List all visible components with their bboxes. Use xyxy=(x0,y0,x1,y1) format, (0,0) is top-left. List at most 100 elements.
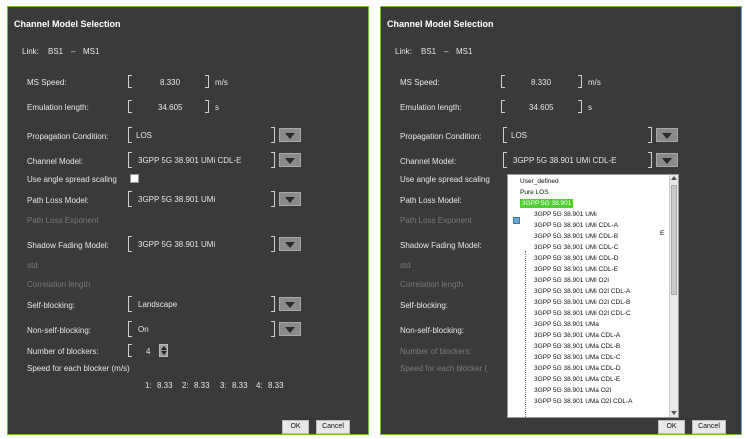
tree-item-user-defined[interactable]: User_defined xyxy=(520,177,559,186)
propagation-condition-label: Propagation Condition: xyxy=(27,132,109,141)
non-self-blocking-label: Non-self-blocking: xyxy=(27,326,92,335)
emulation-length-unit: s xyxy=(588,103,592,112)
angle-spread-label: Use angle spread scaling xyxy=(400,175,490,184)
channel-model-value: 3GPP 5G 38.901 UMi CDL-E xyxy=(138,156,242,165)
tree-side-letter: E xyxy=(660,230,665,237)
channel-model-dialog-right: Channel Model Selection Link: BS1 – MS1 … xyxy=(380,6,742,435)
ok-button[interactable]: OK xyxy=(658,420,685,434)
scroll-up-icon[interactable] xyxy=(671,176,677,180)
non-self-blocking-dropdown-button[interactable] xyxy=(279,322,301,336)
emulation-length-unit: s xyxy=(215,103,219,112)
angle-spread-checkbox[interactable] xyxy=(130,174,139,183)
blocker-speed-index-2: 2: xyxy=(182,381,189,390)
link-to: MS1 xyxy=(83,47,100,56)
channel-model-dropdown-list[interactable]: User_defined Pure LOS 3GPP 5G 38.901 3GP… xyxy=(507,174,679,418)
correlation-length-label: Correlation length xyxy=(27,280,91,289)
channel-model-dropdown-button[interactable] xyxy=(656,153,678,167)
tree-item[interactable]: 3GPP 5G 38.901 UMi CDL-D xyxy=(534,254,618,263)
path-loss-exponent-label: Path Loss Exponent xyxy=(27,216,99,225)
non-self-blocking-value: On xyxy=(138,325,149,334)
blocker-speed-value-4[interactable]: 8.33 xyxy=(268,381,284,390)
self-blocking-label: Self-blocking: xyxy=(400,301,449,310)
ms-speed-unit: m/s xyxy=(215,78,228,87)
tree-item[interactable]: 3GPP 5G 38.901 UMa CDL-D xyxy=(534,364,621,373)
blocker-speed-label: Speed for each blocker ( xyxy=(400,364,488,373)
std-label: std xyxy=(27,261,38,270)
channel-model-dropdown-button[interactable] xyxy=(279,153,301,167)
ms-speed-label: MS Speed: xyxy=(400,78,440,87)
ok-button[interactable]: OK xyxy=(282,420,309,434)
link-label: Link: xyxy=(395,47,412,56)
scroll-down-icon[interactable] xyxy=(671,411,677,415)
link-from: BS1 xyxy=(421,47,437,56)
self-blocking-dropdown-button[interactable] xyxy=(279,297,301,311)
tree-item[interactable]: 3GPP 5G 38.901 UMi O2I CDL-A xyxy=(534,287,630,296)
num-blockers-label: Number of blockers: xyxy=(27,347,99,356)
tree-item-3gpp-selected[interactable]: 3GPP 5G 38.901 xyxy=(520,199,574,208)
emulation-length-label: Emulation length: xyxy=(400,103,462,112)
tree-item[interactable]: 3GPP 5G 38.901 UMa CDL-E xyxy=(534,375,620,384)
tree-item[interactable]: 3GPP 5G 38.901 UMi O2I CDL-B xyxy=(534,298,630,307)
ms-speed-unit: m/s xyxy=(588,78,601,87)
blocker-speed-value-3[interactable]: 8.33 xyxy=(232,381,248,390)
blocker-speed-index-3: 3: xyxy=(220,381,227,390)
num-blockers-stepper[interactable] xyxy=(159,344,168,357)
tree-item[interactable]: 3GPP 5G 38.901 UMa CDL-C xyxy=(534,353,621,362)
ms-speed-value: 8.330 xyxy=(531,78,552,87)
link-separator: – xyxy=(71,47,76,56)
path-loss-model-dropdown-button[interactable] xyxy=(279,192,301,206)
path-loss-model-value: 3GPP 5G 38.901 UMi xyxy=(138,195,216,204)
emulation-length-label: Emulation length: xyxy=(27,103,89,112)
tree-item[interactable]: 3GPP 5G 38.901 UMi CDL-A xyxy=(534,221,618,230)
tree-item[interactable]: 3GPP 5G 38.901 UMi O2I xyxy=(534,276,609,285)
tree-item[interactable]: 3GPP 5G 38.901 UMi xyxy=(534,210,597,219)
blocker-speed-value-2[interactable]: 8.33 xyxy=(194,381,210,390)
blocker-speed-value-1[interactable]: 8.33 xyxy=(157,381,173,390)
link-separator: – xyxy=(444,47,449,56)
propagation-condition-label: Propagation Condition: xyxy=(400,132,482,141)
blocker-speed-index-4: 4: xyxy=(256,381,263,390)
tree-item[interactable]: 3GPP 5G 38.901 UMa CDL-A xyxy=(534,331,620,340)
dropdown-scrollbar[interactable] xyxy=(669,175,678,417)
channel-model-value: 3GPP 5G 38.901 UMi CDL-E xyxy=(513,156,617,165)
cancel-button[interactable]: Cancel xyxy=(692,420,726,434)
channel-model-dialog-left: Channel Model Selection Link: BS1 – MS1 … xyxy=(7,6,369,435)
shadow-fading-model-label: Shadow Fading Model: xyxy=(400,241,482,250)
tree-item-pure-los[interactable]: Pure LOS xyxy=(520,188,549,197)
cancel-button[interactable]: Cancel xyxy=(316,420,350,434)
tree-item[interactable]: 3GPP 5G 38.901 UMa xyxy=(534,320,599,329)
tree-item[interactable]: 3GPP 5G 38.901 UMi O2I CDL-C xyxy=(534,309,631,318)
tree-item[interactable]: 3GPP 5G 38.901 UMi CDL-C xyxy=(534,243,618,252)
tree-item[interactable]: 3GPP 5G 38.901 UMa CDL-B xyxy=(534,342,620,351)
shadow-fading-model-dropdown-button[interactable] xyxy=(279,237,301,251)
self-blocking-value: Landscape xyxy=(138,300,178,309)
tree-item[interactable]: 3GPP 5G 38.901 UMi CDL-B xyxy=(534,232,618,241)
correlation-length-label: Correlation length xyxy=(400,280,464,289)
std-label: std xyxy=(400,261,411,270)
tree-item[interactable]: 3GPP 5G 38.901 UMa O2I xyxy=(534,386,611,395)
path-loss-model-label: Path Loss Model: xyxy=(400,196,462,205)
propagation-condition-dropdown-button[interactable] xyxy=(279,128,301,142)
path-loss-exponent-label: Path Loss Exponent xyxy=(400,216,472,225)
propagation-condition-value: LOS xyxy=(136,131,153,140)
num-blockers-label: Number of blockers: xyxy=(400,347,472,356)
blocker-speed-label: Speed for each blocker (m/s) xyxy=(27,364,130,373)
dialog-title: Channel Model Selection xyxy=(14,19,121,29)
channel-model-label: Channel Model: xyxy=(27,157,84,166)
shadow-fading-model-label: Shadow Fading Model: xyxy=(27,241,109,250)
angle-spread-label: Use angle spread scaling xyxy=(27,175,117,184)
path-loss-model-label: Path Loss Model: xyxy=(27,196,89,205)
tree-item[interactable]: 3GPP 5G 38.901 UMa O2I CDL-A xyxy=(534,397,633,406)
shadow-fading-model-value: 3GPP 5G 38.901 UMi xyxy=(138,240,216,249)
scroll-thumb[interactable] xyxy=(671,185,677,295)
num-blockers-value: 4 xyxy=(146,347,151,356)
tree-guide-line xyxy=(525,251,526,417)
tree-expander-icon[interactable] xyxy=(513,217,520,224)
propagation-condition-dropdown-button[interactable] xyxy=(656,128,678,142)
tree-item[interactable]: 3GPP 5G 38.901 UMi CDL-E xyxy=(534,265,618,274)
channel-model-label: Channel Model: xyxy=(400,157,457,166)
link-to: MS1 xyxy=(456,47,473,56)
blocker-speed-index-1: 1: xyxy=(145,381,152,390)
ms-speed-value: 8.330 xyxy=(160,78,181,87)
emulation-length-value: 34.605 xyxy=(529,103,554,112)
